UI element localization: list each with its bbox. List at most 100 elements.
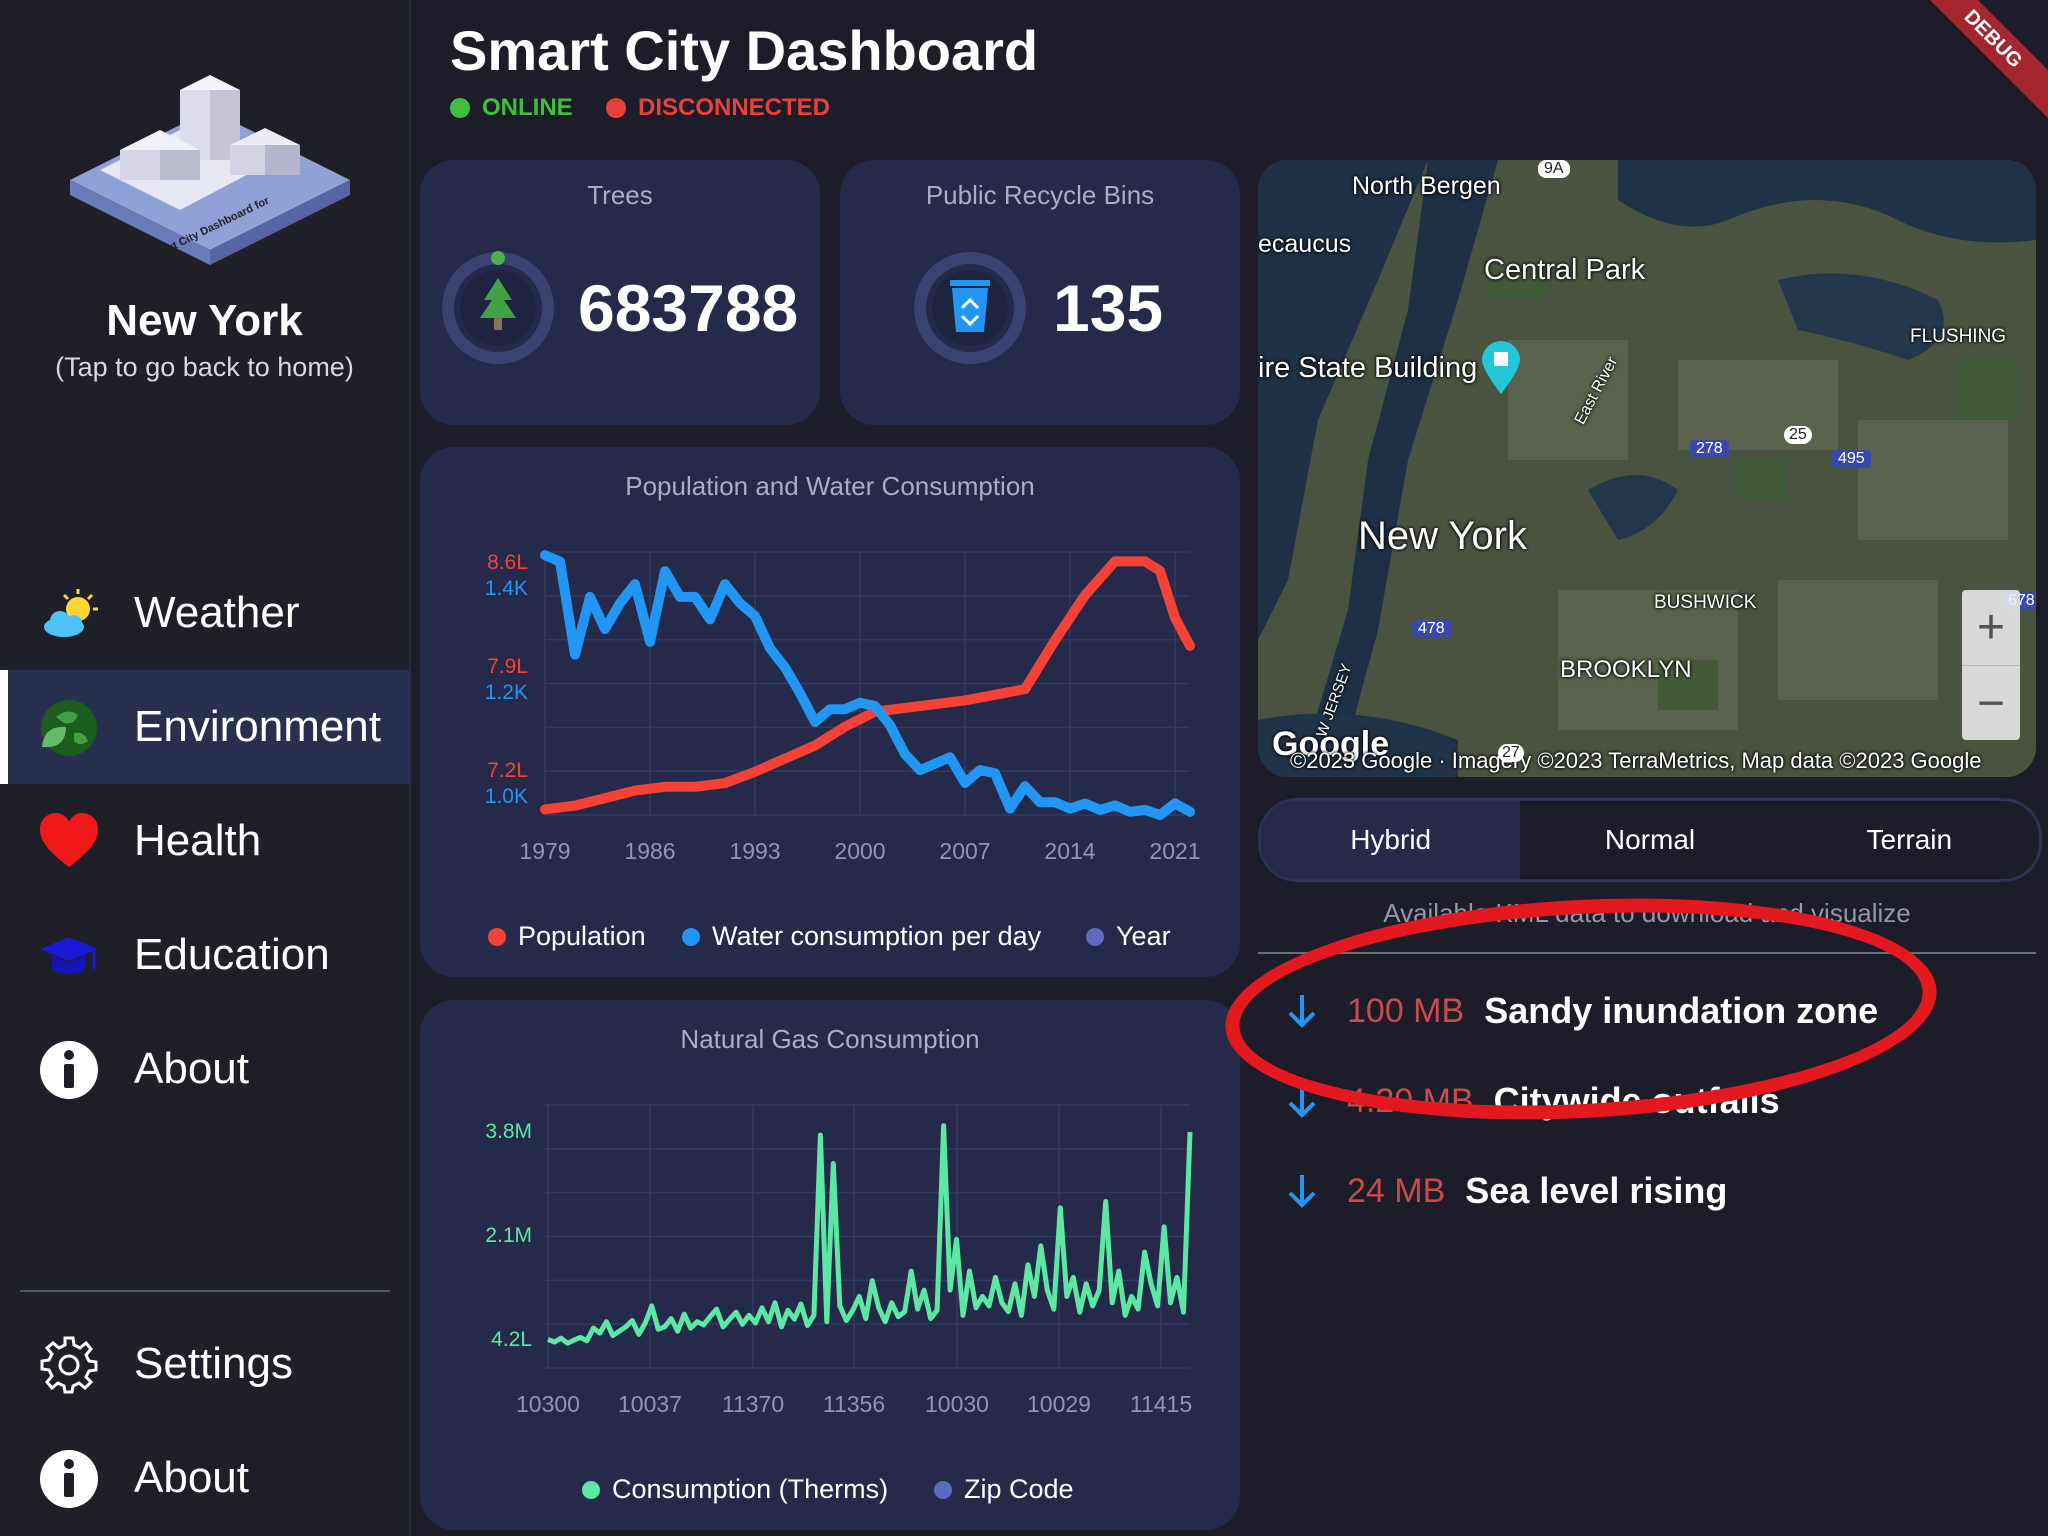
kml-item[interactable]: 24 MB Sea level rising: [1285, 1170, 1727, 1212]
kml-size: 24 MB: [1347, 1171, 1446, 1210]
map-label: New York: [1358, 514, 1527, 558]
sidebar-item-label: About: [134, 1044, 249, 1093]
status-disconnected: DISCONNECTED: [606, 94, 830, 122]
x-tick-label: 11415: [1130, 1391, 1192, 1417]
map-type-normal[interactable]: Normal: [1520, 801, 1779, 879]
download-icon[interactable]: [1285, 1081, 1319, 1121]
highway-shield: 27: [1498, 744, 1524, 762]
map-view[interactable]: North Bergen ecaucus Central Park ire St…: [1258, 160, 2036, 777]
kml-divider: [1258, 952, 2036, 954]
page-title: Smart City Dashboard: [450, 19, 1039, 82]
map-attribution[interactable]: ©2023 Google · Imagery ©2023 TerraMetric…: [1290, 748, 1982, 774]
sidebar-item-health[interactable]: Health: [0, 784, 409, 898]
sidebar-item-environment[interactable]: Environment: [0, 670, 409, 784]
natural-gas-chart: 10300 10037 11370 11356 10030 10029 11415 3.8M 2…: [485, 1104, 1193, 1417]
trees-label: Trees: [587, 180, 653, 210]
trees-card[interactable]: Trees 683788: [420, 160, 820, 425]
legend-population: Population: [488, 921, 646, 952]
kml-name: Sea level rising: [1465, 1170, 1728, 1211]
weather-icon: [44, 589, 98, 637]
status-disconnected-label: DISCONNECTED: [638, 94, 831, 121]
zoom-out-button[interactable]: −: [1962, 666, 2020, 741]
x-tick-label: 2000: [834, 838, 885, 864]
map-type-hybrid[interactable]: Hybrid: [1261, 801, 1521, 879]
kml-name: Sandy inundation zone: [1484, 990, 1879, 1031]
map-label: Central Park: [1484, 254, 1646, 286]
download-icon[interactable]: [1285, 991, 1319, 1031]
sidebar-item-about[interactable]: About: [0, 1012, 409, 1126]
location-marker-icon[interactable]: [1480, 340, 1522, 396]
sidebar-item-label: Weather: [134, 588, 300, 637]
y-tick-label-water: 1.2K: [485, 681, 528, 704]
zoom-in-button[interactable]: +: [1962, 590, 2020, 666]
legend-dot: [488, 927, 506, 946]
y-tick-label: 3.8M: [485, 1120, 532, 1143]
bins-label: Public Recycle Bins: [925, 180, 1155, 210]
legend-dot: [582, 1480, 600, 1499]
x-tick-label: 1986: [624, 838, 675, 864]
city-logo[interactable]: Smart City Dashboard for: [60, 50, 350, 280]
status-online: ONLINE: [450, 94, 573, 122]
debug-banner: DEBUG: [1913, 0, 2048, 119]
status-dot: [606, 98, 626, 118]
legend-label: Consumption (Therms): [612, 1474, 889, 1504]
x-tick-label: 1993: [729, 838, 780, 864]
x-tick-label: 2021: [1149, 838, 1200, 864]
sidebar-divider: [20, 1290, 390, 1292]
legend-dot: [1086, 927, 1104, 946]
sidebar-item-education[interactable]: Education: [0, 898, 409, 1012]
sidebar-item-label: Environment: [134, 702, 382, 751]
map-label: North Bergen: [1352, 172, 1501, 200]
x-tick-label: 10030: [925, 1391, 989, 1417]
sidebar-item-about-bottom[interactable]: About: [0, 1421, 409, 1535]
population-water-chart: 1979 1986 1993 2000 2007 2014 2021 8.6L 1.4K 7.9L…: [485, 550, 1201, 864]
x-tick-label: 10029: [1027, 1391, 1091, 1417]
legend-consumption: Consumption (Therms): [582, 1474, 888, 1505]
gear-icon: [40, 1336, 98, 1394]
zoom-controls: + −: [1962, 590, 2020, 740]
city-back-hint[interactable]: (Tap to go back to home): [0, 352, 409, 383]
legend-dot: [682, 927, 700, 946]
highway-shield: 478: [1412, 620, 1451, 638]
sidebar-item-settings[interactable]: Settings: [0, 1307, 409, 1421]
map-type-terrain[interactable]: Terrain: [1780, 801, 2039, 879]
recycle-bins-card[interactable]: Public Recycle Bins 135: [840, 160, 1240, 425]
x-tick-label: 1979: [519, 838, 570, 864]
kml-item[interactable]: 100 MB Sandy inundation zone: [1285, 990, 1878, 1032]
tree-icon: [442, 251, 554, 364]
map-label: BUSHWICK: [1654, 592, 1757, 613]
kml-size: 4.20 MB: [1347, 1081, 1474, 1120]
status-dot: [450, 98, 470, 118]
highway-shield: 9A: [1538, 160, 1570, 178]
x-tick-label: 11356: [823, 1391, 885, 1417]
y-tick-label-water: 1.0K: [485, 785, 528, 808]
legend-dot: [934, 1480, 952, 1499]
legend-label: Year: [1116, 921, 1171, 951]
series-line-water: [540, 550, 1195, 820]
sidebar-item-weather[interactable]: Weather: [0, 556, 409, 670]
highway-shield: 278: [1690, 440, 1729, 458]
kml-caption: Available KML data to download and visua…: [1383, 898, 1911, 928]
download-icon[interactable]: [1285, 1171, 1319, 1211]
legend-water: Water consumption per day: [682, 921, 1041, 952]
series-line-consumption: [547, 1123, 1193, 1346]
bins-value: 135: [1053, 271, 1164, 345]
highway-shield: 25: [1784, 426, 1812, 444]
trees-value: 683788: [578, 271, 799, 345]
legend-zip: Zip Code: [934, 1474, 1074, 1505]
highway-shield: 495: [1832, 450, 1871, 468]
sidebar-item-label: About: [134, 1453, 249, 1502]
info-icon: [40, 1041, 98, 1099]
graduation-cap-icon: [40, 937, 98, 974]
population-water-chart-card: Population and Water Consumption 1979 198…: [420, 447, 1240, 977]
legend-label: Zip Code: [964, 1474, 1074, 1504]
map-label: FLUSHING: [1910, 326, 2007, 347]
earth-leaf-icon: [41, 700, 97, 756]
x-tick-label: 2007: [939, 838, 990, 864]
sidebar-item-label: Settings: [134, 1339, 293, 1388]
legend-label: Water consumption per day: [712, 921, 1042, 951]
city-name[interactable]: New York: [0, 296, 409, 346]
legend-year: Year: [1086, 921, 1171, 952]
sidebar: Smart City Dashboard for New York (Tap t…: [0, 0, 411, 1536]
kml-item[interactable]: 4.20 MB Citywide outfalls: [1285, 1080, 1780, 1122]
